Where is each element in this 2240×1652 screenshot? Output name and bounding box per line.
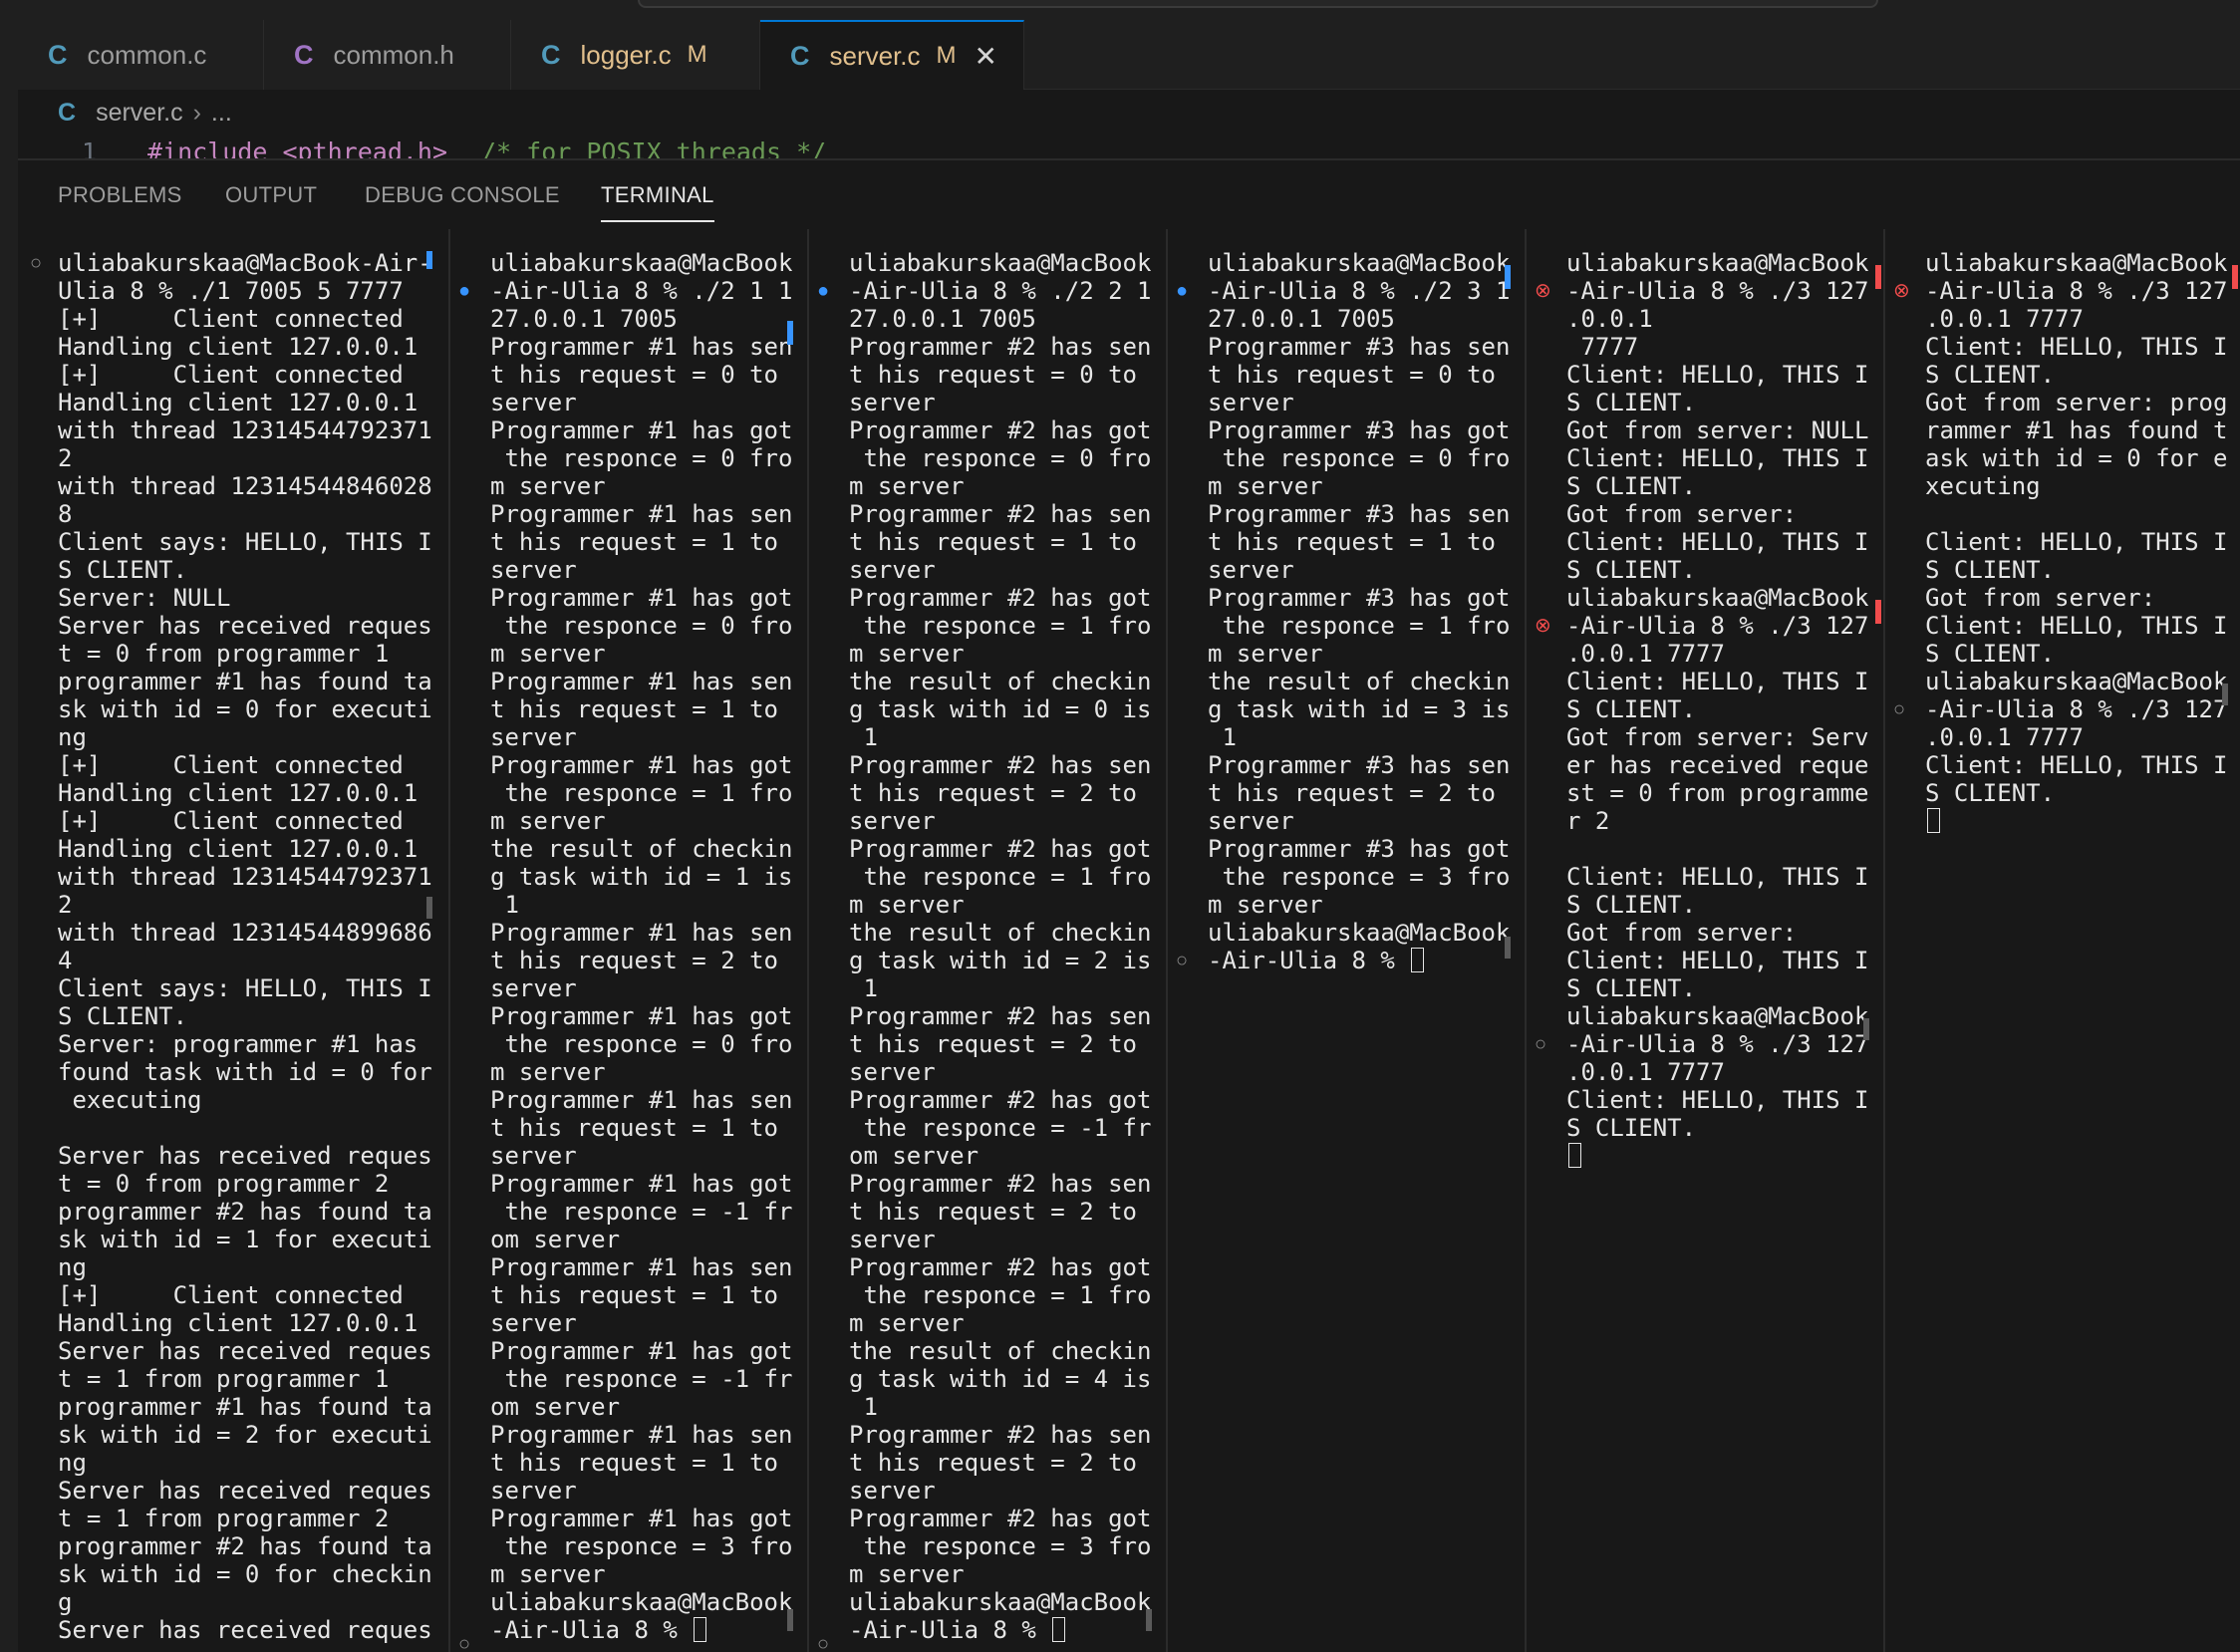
- command-decoration-icon[interactable]: ○: [458, 1630, 470, 1652]
- tab-label: common.h: [333, 39, 454, 70]
- terminal-pane-6[interactable]: uliabakurskaa@MacBook -Air-Ulia 8 % ./3 …: [1883, 229, 2240, 1652]
- command-center[interactable]: [638, 0, 1878, 8]
- chevron-right-icon: ›: [192, 98, 201, 127]
- terminal-text: uliabakurskaa@MacBook -Air-Ulia 8 % ./3 …: [1566, 249, 1869, 1142]
- code-comment: /* for POSIX threads */: [481, 138, 827, 159]
- scroll-marker: [1146, 1609, 1152, 1631]
- scroll-marker: [426, 251, 432, 269]
- command-decoration-icon[interactable]: ○: [30, 249, 42, 277]
- terminal-output: uliabakurskaa@MacBook -Air-Ulia 8 % ./2 …: [1208, 249, 1510, 974]
- breadcrumb-symbols[interactable]: ...: [211, 99, 232, 128]
- command-decoration-icon[interactable]: ○: [1535, 1030, 1546, 1058]
- terminal-cursor: [1927, 808, 1940, 833]
- terminal-output: uliabakurskaa@MacBook -Air-Ulia 8 % ./2 …: [490, 249, 792, 1644]
- tab-logger-c[interactable]: C logger.c M: [511, 20, 760, 90]
- terminal-cursor: [1411, 948, 1425, 972]
- terminal-cursor: [1052, 1617, 1066, 1642]
- close-icon[interactable]: ✕: [975, 40, 997, 73]
- terminal-cursor: [694, 1617, 707, 1642]
- title-bar: [0, 0, 2240, 20]
- line-number: 1: [82, 138, 98, 159]
- terminal-cursor: [1568, 1143, 1581, 1168]
- scroll-marker: [2232, 265, 2238, 289]
- tab-server-c[interactable]: C server.c M ✕: [760, 20, 1024, 90]
- c-file-icon: C: [541, 39, 561, 70]
- c-header-file-icon: C: [294, 39, 314, 70]
- tab-problems[interactable]: PROBLEMS: [58, 182, 182, 208]
- breadcrumb: C server.c › ...: [58, 96, 232, 130]
- modified-flag: M: [687, 41, 707, 68]
- tab-label: logger.c: [580, 39, 672, 70]
- tab-label: server.c: [829, 40, 921, 71]
- scroll-marker: [1505, 265, 1511, 289]
- scroll-marker: [1863, 1018, 1869, 1040]
- include-directive: #include <pthread.h>: [147, 138, 448, 159]
- terminal-pane-4[interactable]: uliabakurskaa@MacBook -Air-Ulia 8 % ./2 …: [1166, 229, 1525, 1652]
- scroll-marker: [1875, 265, 1881, 289]
- editor-tab-bar: C common.c C common.h C logger.c M C ser…: [18, 20, 2240, 90]
- scroll-marker: [1875, 600, 1881, 624]
- command-decoration-icon[interactable]: ○: [1176, 947, 1188, 974]
- terminal-output: uliabakurskaa@MacBook-Air- Ulia 8 % ./1 …: [58, 249, 432, 1644]
- command-decoration-icon[interactable]: ○: [1893, 695, 1905, 723]
- tab-label: common.c: [87, 39, 207, 70]
- scroll-marker: [787, 321, 793, 345]
- activity-bar-edge: [0, 20, 18, 1652]
- modified-flag: M: [936, 42, 957, 69]
- c-file-icon: C: [790, 40, 810, 71]
- scroll-marker: [1505, 937, 1511, 959]
- panel-tab-bar: PROBLEMS OUTPUT DEBUG CONSOLE TERMINAL: [18, 160, 2240, 228]
- terminal-pane-1[interactable]: uliabakurskaa@MacBook-Air- Ulia 8 % ./1 …: [18, 229, 448, 1652]
- code-editor[interactable]: 1 #include <pthread.h> /* for POSIX thre…: [18, 134, 2240, 159]
- tab-output[interactable]: OUTPUT: [225, 182, 317, 208]
- terminal-pane-5[interactable]: uliabakurskaa@MacBook -Air-Ulia 8 % ./3 …: [1525, 229, 1883, 1652]
- tab-common-h[interactable]: C common.h: [264, 20, 511, 90]
- terminal-pane-3[interactable]: uliabakurskaa@MacBook -Air-Ulia 8 % ./2 …: [807, 229, 1166, 1652]
- tab-debug-console[interactable]: DEBUG CONSOLE: [365, 182, 560, 208]
- scroll-marker: [787, 1609, 793, 1631]
- terminal-text: uliabakurskaa@MacBook -Air-Ulia 8 % ./3 …: [1925, 249, 2228, 807]
- breadcrumb-file[interactable]: server.c: [96, 99, 183, 128]
- tab-common-c[interactable]: C common.c: [18, 20, 264, 90]
- terminal-output: uliabakurskaa@MacBook -Air-Ulia 8 % ./2 …: [849, 249, 1151, 1644]
- command-decoration-icon[interactable]: ●: [1176, 277, 1188, 305]
- scroll-marker: [426, 897, 432, 919]
- error-decoration-icon[interactable]: ⊗: [1535, 277, 1551, 305]
- command-decoration-icon[interactable]: ●: [458, 277, 470, 305]
- terminal-text: uliabakurskaa@MacBook -Air-Ulia 8 % ./2 …: [1208, 249, 1511, 974]
- terminal-text: uliabakurskaa@MacBook -Air-Ulia 8 % ./2 …: [849, 249, 1152, 1644]
- tab-terminal[interactable]: TERMINAL: [601, 182, 714, 222]
- c-file-icon: C: [58, 98, 77, 127]
- c-file-icon: C: [48, 39, 68, 70]
- error-decoration-icon[interactable]: ⊗: [1535, 612, 1551, 640]
- terminal-output: uliabakurskaa@MacBook -Air-Ulia 8 % ./3 …: [1925, 249, 2227, 835]
- scroll-marker: [2222, 684, 2228, 705]
- command-decoration-icon[interactable]: ○: [817, 1630, 829, 1652]
- terminal-pane-2[interactable]: uliabakurskaa@MacBook -Air-Ulia 8 % ./2 …: [448, 229, 807, 1652]
- error-decoration-icon[interactable]: ⊗: [1893, 277, 1910, 305]
- terminal-text: uliabakurskaa@MacBook -Air-Ulia 8 % ./2 …: [490, 249, 793, 1644]
- terminal-output: uliabakurskaa@MacBook -Air-Ulia 8 % ./3 …: [1566, 249, 1868, 1170]
- command-decoration-icon[interactable]: ●: [817, 277, 829, 305]
